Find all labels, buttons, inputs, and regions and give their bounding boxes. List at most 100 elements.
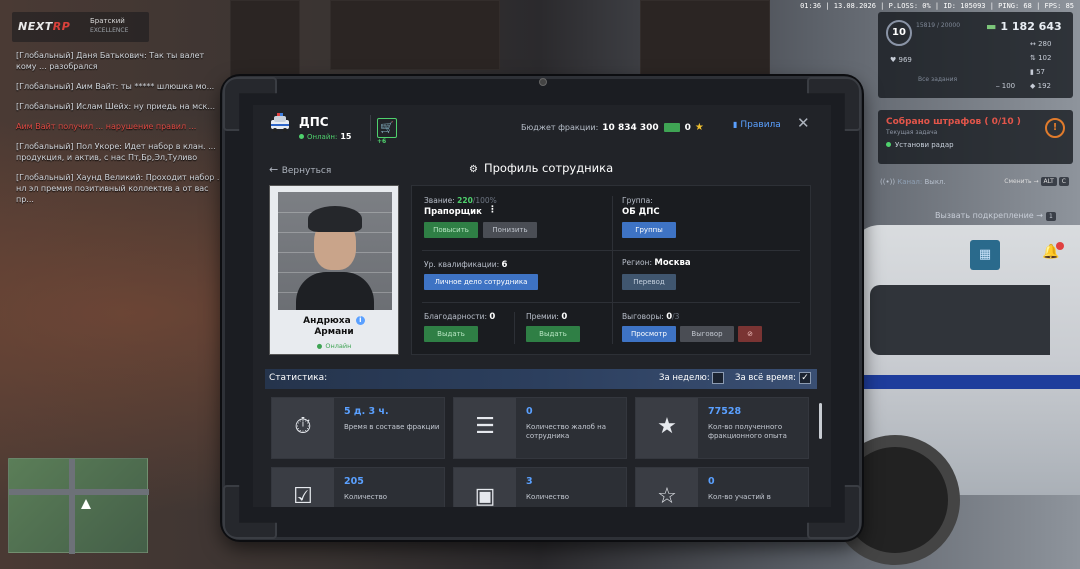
demote-button[interactable]: Понизить	[483, 222, 537, 238]
task-panel: Собрано штрафов ( 0/10 ) Текущая задача …	[878, 110, 1073, 164]
alltime-filter-label: За всё время:	[735, 373, 796, 383]
hud-panel: 10 15819 / 20000 ▬ 1 182 643 ♥ 969 Все за…	[878, 12, 1073, 98]
chat-line: [Глобальный] Ислам Шейх: ну приедь на мс…	[16, 102, 216, 111]
star-arrow-icon: ☆	[657, 484, 677, 507]
reprimand-max: /3	[672, 312, 680, 321]
level-progress: 15819 / 20000	[916, 22, 961, 29]
week-checkbox[interactable]	[712, 372, 724, 384]
brand-part1: NEXT	[18, 20, 53, 33]
divider	[422, 250, 800, 251]
hud-status-line: 01:36 | 13.08.2026 | P.LOSS: 0% | ID: 10…	[800, 2, 1074, 10]
armor-value: 969	[898, 56, 912, 64]
employee-first-name: Андрюха	[303, 316, 351, 326]
chat-line: [Глобальный] Аим Вайт: ты ***** шлюшка м…	[16, 82, 215, 91]
money-icon	[663, 123, 680, 132]
chat-log: [Глобальный] Даня Батькович: Так ты вале…	[16, 50, 226, 214]
chat-line: [Глобальный] Пол Укоре: Идет набор в кла…	[16, 142, 216, 162]
stat-value: 205	[344, 476, 364, 487]
reprimands: Выговоры: 0/3	[622, 312, 679, 322]
notification-dot	[1056, 242, 1064, 250]
page-title: Профиль сотрудника	[469, 161, 613, 175]
personal-file-button[interactable]: Личное дело сотрудника	[424, 274, 538, 290]
promote-button[interactable]: Повысить	[424, 222, 478, 238]
faction-budget: Бюджет фракции: 10 834 300 0 ★	[521, 122, 704, 133]
rank-menu-icon[interactable]: ⋮	[488, 205, 497, 215]
info-icon[interactable]: i	[355, 316, 365, 325]
stat-icon-box: ☑	[272, 468, 334, 507]
divider	[422, 302, 800, 303]
view-reprimands-button[interactable]: Просмотр	[622, 326, 676, 342]
server-sub: EXCELLENCE	[90, 27, 129, 34]
stat-57-value: 57	[1036, 68, 1045, 76]
employee-photo-card: Андрюха iАрмани Онлайн	[269, 185, 399, 355]
bonus-give-button[interactable]: Выдать	[526, 326, 580, 342]
stat-280-value: 280	[1038, 40, 1052, 48]
stat-icon-box: ⏱	[272, 398, 334, 458]
scrollbar[interactable]	[819, 403, 822, 439]
rules-link[interactable]: Правила	[733, 120, 780, 130]
radio-channel: ((•)) Канал: Выкл. Сменить → ALT C	[880, 177, 1073, 194]
calendar-icon[interactable]: ▦	[970, 240, 1000, 270]
rank-name: Прапорщик	[424, 207, 482, 217]
shop-cart-button[interactable]: 🛒	[377, 118, 397, 138]
stat-value: 77528	[708, 406, 742, 417]
reprimand-label: Выговоры:	[622, 312, 664, 321]
reprimand-button[interactable]: Выговор	[680, 326, 734, 342]
stat-desc: Количество жалоб на сотрудника	[526, 423, 607, 440]
stat-value: 0	[526, 406, 533, 417]
car-window	[870, 285, 1050, 355]
thanks-give-button[interactable]: Выдать	[424, 326, 478, 342]
group-label: Группа:	[622, 196, 653, 205]
map-road	[69, 459, 75, 554]
employee-info-panel: Звание: 220/100% Прапорщик ⋮ Повысить По…	[411, 185, 811, 355]
thanks-label: Благодарности:	[424, 312, 487, 321]
rank-label: Звание: 220/100%	[424, 196, 497, 205]
divider	[612, 196, 613, 344]
stat-card-complaints: ☰ 0 Количество жалоб на сотрудника	[453, 397, 627, 459]
server-logo: NEXTRP Братский EXCELLENCE	[12, 12, 149, 42]
chat-line: [Глобальный] Даня Батькович: Так ты вале…	[16, 51, 205, 71]
bonus-value: 0	[561, 312, 568, 322]
stat-280: ↔ 280	[1030, 40, 1052, 48]
bell-icon[interactable]: 🔔	[1040, 242, 1064, 266]
employee-photo	[278, 192, 392, 310]
stat-card-time: ⏱ 5 д. 3 ч. Время в составе фракции	[271, 397, 445, 459]
armor-icon: ♥	[890, 56, 899, 64]
close-icon[interactable]: ✕	[797, 114, 810, 132]
stat-57: ▮ 57	[1030, 68, 1045, 76]
exp-badge-icon: ★	[657, 414, 677, 439]
tasks-stat: Все задания	[918, 76, 957, 83]
stat-value: 5 д. 3 ч.	[344, 406, 389, 417]
stat-102: ⇅ 102	[1030, 54, 1052, 62]
qualification: Ур. квалификации: 6	[424, 260, 507, 270]
group-value-text: ОБ ДПС	[622, 207, 660, 217]
groups-button[interactable]: Группы	[622, 222, 676, 238]
key-alt: ALT	[1040, 177, 1057, 186]
minimap	[8, 458, 149, 554]
qual-value: 6	[501, 260, 508, 270]
employee-status: Онлайн	[270, 342, 398, 350]
chat-line: [Глобальный] Хаунд Великий: Проходит наб…	[16, 173, 225, 204]
stat-desc: Кол-во полученного фракционного опыта	[708, 423, 787, 440]
remove-reprimand-button[interactable]: ⊘	[738, 326, 762, 342]
rank-label-text: Звание:	[424, 196, 455, 205]
group-value: ОБ ДПС	[622, 207, 660, 217]
stat-desc: Количество	[526, 493, 570, 501]
radio-keys: Сменить → ALT C	[1002, 177, 1069, 186]
backup-key: 1	[1045, 212, 1056, 221]
stat-desc: Количество	[344, 493, 388, 501]
stopwatch-icon: ⏱	[294, 414, 312, 439]
stat-card-exp: ★ 77528 Кол-во полученного фракционного …	[635, 397, 809, 459]
stat-icon-box: ★	[636, 398, 698, 458]
stat-card-participation: ☆ 0 Кол-во участий в	[635, 467, 809, 507]
back-button[interactable]: Вернуться	[269, 163, 332, 176]
header-divider	[370, 115, 371, 141]
alltime-checkbox[interactable]: ✓	[799, 372, 811, 384]
avatar-hat	[308, 206, 362, 232]
stat-desc: Кол-во участий в	[708, 493, 771, 501]
transfer-button[interactable]: Перевод	[622, 274, 676, 290]
faction-name: ДПС	[299, 115, 329, 129]
stat-100-value: 100	[1001, 82, 1016, 90]
backup-call[interactable]: Вызвать подкрепление → 1	[935, 211, 1056, 221]
money-value: 1 182 643	[1000, 20, 1062, 33]
